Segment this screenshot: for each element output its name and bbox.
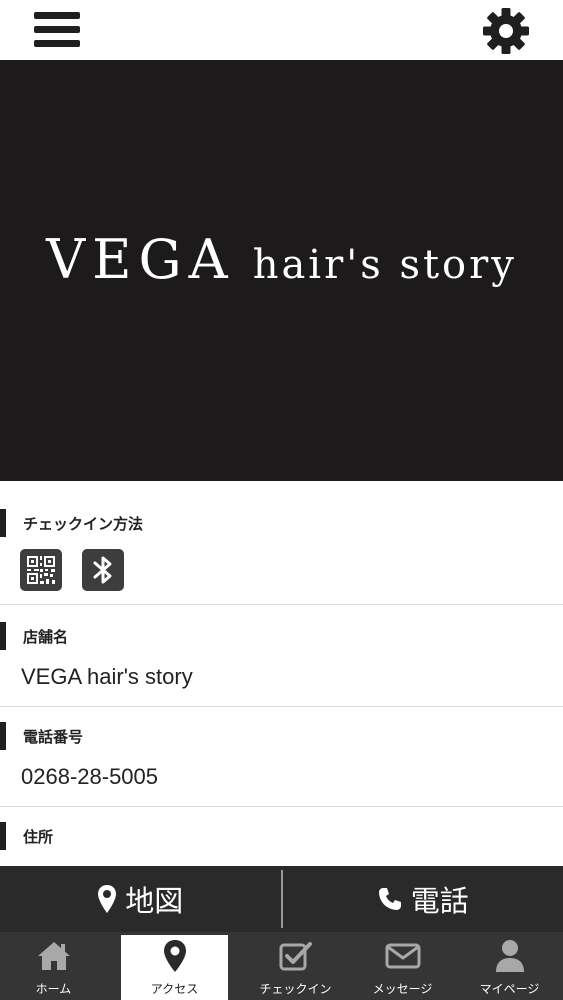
tab-checkin[interactable]: チェックイン — [242, 932, 349, 1000]
tab-access[interactable]: アクセス — [121, 935, 228, 1000]
section-marker — [0, 509, 6, 537]
logo-sub-text: hair's story — [252, 242, 517, 288]
shop-logo: VEGA hair's story — [0, 228, 563, 291]
mail-icon — [385, 936, 421, 976]
call-button-label: 電話 — [410, 884, 469, 918]
tab-mypage[interactable]: マイページ — [456, 932, 563, 1000]
phone-number-section: 電話番号 0268-28-5005 — [0, 722, 563, 807]
section-marker — [0, 822, 6, 850]
tab-label: チェックイン — [259, 982, 332, 996]
phone-icon — [377, 886, 403, 912]
section-header: 住所 — [0, 822, 53, 850]
hamburger-menu-icon[interactable] — [34, 10, 80, 50]
map-button[interactable]: 地図 — [0, 866, 281, 932]
map-pin-icon — [97, 884, 117, 914]
section-marker — [0, 622, 6, 650]
tab-label: ホーム — [35, 982, 72, 996]
checkin-method-section: チェックイン方法 — [0, 509, 563, 605]
tab-label: メッセージ — [372, 982, 433, 996]
section-header: チェックイン方法 — [0, 509, 143, 537]
checkbox-icon — [279, 936, 313, 976]
section-title: 電話番号 — [23, 727, 84, 746]
logo-main-text: VEGA — [46, 228, 235, 291]
section-marker — [0, 722, 6, 750]
gear-icon[interactable] — [481, 6, 531, 56]
map-button-label: 地図 — [125, 884, 184, 918]
qr-code-icon — [20, 549, 62, 591]
section-header: 電話番号 — [0, 722, 83, 750]
bottom-tab-bar: ホーム アクセス チェックイン メッセージ マイページ — [0, 932, 563, 1000]
section-title: 住所 — [23, 827, 54, 846]
home-icon — [36, 936, 72, 976]
tab-label: マイページ — [479, 982, 540, 996]
section-header: 店舗名 — [0, 622, 68, 650]
section-title: 店舗名 — [23, 627, 69, 646]
call-button[interactable]: 電話 — [283, 866, 563, 932]
tab-message[interactable]: メッセージ — [349, 932, 456, 1000]
user-icon — [494, 936, 526, 976]
tab-home[interactable]: ホーム — [0, 932, 107, 1000]
shop-name-section: 店舗名 VEGA hair's story — [0, 622, 563, 707]
shop-name-value: VEGA hair's story — [21, 664, 193, 689]
section-title: チェックイン方法 — [23, 514, 144, 533]
map-pin-icon — [163, 936, 187, 976]
hero-banner: VEGA hair's story — [0, 60, 563, 481]
bluetooth-icon — [82, 549, 124, 591]
top-bar — [0, 0, 563, 60]
phone-number-value[interactable]: 0268-28-5005 — [21, 764, 158, 790]
tab-label: アクセス — [150, 982, 199, 996]
action-bar: 地図 電話 — [0, 866, 563, 932]
